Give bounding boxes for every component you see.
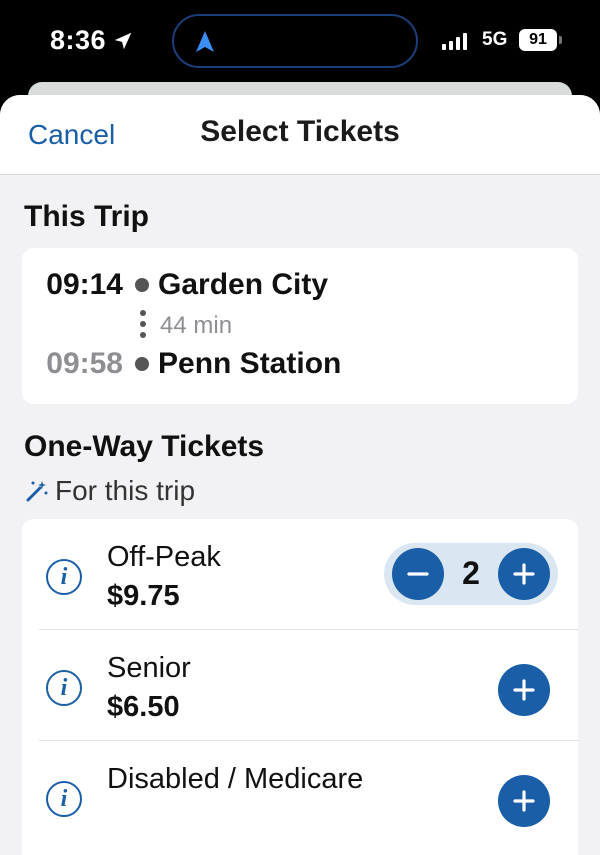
network-label: 5G bbox=[482, 29, 508, 50]
status-time-group: 8:36 bbox=[50, 25, 134, 56]
ticket-name: Off-Peak bbox=[107, 541, 221, 573]
select-tickets-sheet: Cancel Select Tickets This Trip 09:14 Ga… bbox=[0, 95, 600, 855]
ticket-price: $6.50 bbox=[107, 691, 180, 723]
trip-connector bbox=[140, 310, 146, 343]
trip-duration: 44 min bbox=[160, 312, 233, 339]
navigation-icon bbox=[196, 31, 214, 52]
ticket-row-off-peak: i Off-Peak $9.75 2 bbox=[22, 519, 578, 629]
status-bar: 8:36 5G 91 bbox=[0, 0, 600, 84]
trip-card: 09:14 Garden City 44 min 09:58 Penn Stat… bbox=[22, 248, 578, 404]
magic-wand-icon bbox=[26, 481, 48, 502]
minus-icon bbox=[407, 572, 429, 576]
ticket-price: $9.75 bbox=[107, 580, 180, 612]
page-title: Select Tickets bbox=[200, 115, 400, 148]
quantity-stepper: 2 bbox=[384, 543, 558, 605]
info-icon[interactable]: i bbox=[46, 781, 82, 817]
tickets-subtitle-text: For this trip bbox=[55, 475, 196, 506]
location-arrow-icon bbox=[114, 32, 132, 49]
arrival-time: 09:58 bbox=[46, 347, 123, 380]
dynamic-island[interactable] bbox=[172, 14, 418, 68]
ticket-row-senior: i Senior $6.50 bbox=[22, 630, 578, 740]
plus-icon bbox=[513, 679, 535, 701]
departure-station: Garden City bbox=[158, 268, 329, 301]
battery-cap bbox=[559, 36, 562, 44]
quantity-value: 2 bbox=[462, 555, 480, 591]
nav-bar: Cancel Select Tickets bbox=[0, 95, 600, 175]
add-button[interactable] bbox=[498, 775, 550, 827]
ticket-row-disabled-medicare: i Disabled / Medicare bbox=[22, 741, 578, 851]
ticket-name: Disabled / Medicare bbox=[107, 763, 364, 795]
plus-icon bbox=[513, 563, 535, 585]
battery-icon: 91 bbox=[519, 29, 557, 51]
tickets-subtitle: For this trip bbox=[25, 475, 195, 507]
departure-dot bbox=[135, 278, 149, 292]
signal-icon bbox=[442, 33, 467, 50]
ticket-name: Senior bbox=[107, 652, 191, 684]
info-icon[interactable]: i bbox=[46, 559, 82, 595]
arrival-row: 09:58 Penn Station bbox=[30, 347, 341, 381]
tickets-card: i Off-Peak $9.75 2 i Senior $6.50 i Disa… bbox=[22, 519, 578, 855]
arrival-dot bbox=[135, 357, 149, 371]
trip-section-title: This Trip bbox=[24, 200, 150, 233]
tickets-section-title: One-Way Tickets bbox=[24, 430, 265, 463]
info-icon[interactable]: i bbox=[46, 670, 82, 706]
plus-icon bbox=[513, 790, 535, 812]
increase-button[interactable] bbox=[498, 548, 550, 600]
add-button[interactable] bbox=[498, 664, 550, 716]
status-time: 8:36 bbox=[50, 25, 107, 55]
departure-row: 09:14 Garden City bbox=[30, 268, 328, 302]
departure-time: 09:14 bbox=[46, 268, 123, 301]
arrival-station: Penn Station bbox=[158, 347, 342, 380]
battery-level: 91 bbox=[529, 31, 547, 48]
decrease-button[interactable] bbox=[392, 548, 444, 600]
